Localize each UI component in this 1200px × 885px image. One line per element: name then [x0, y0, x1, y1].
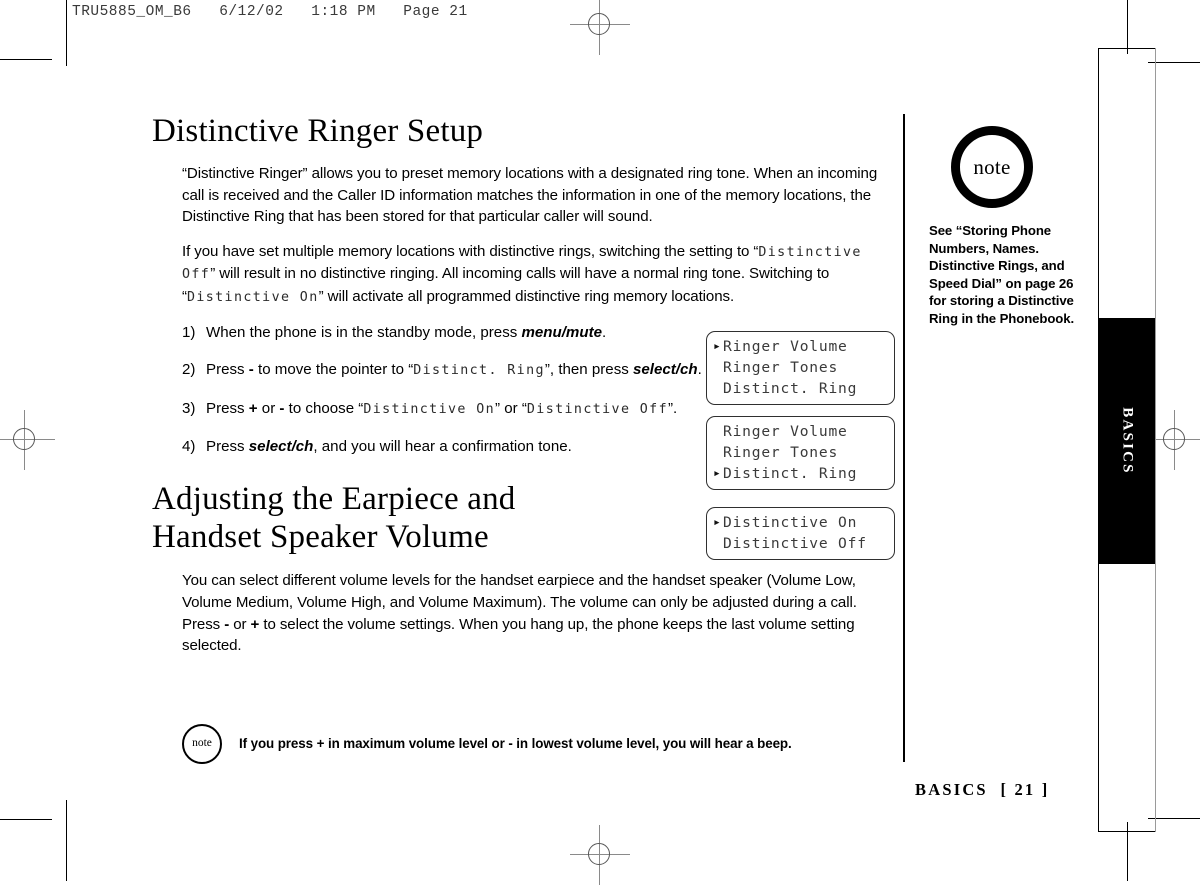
lcd-screen-illustrations: ▸ Ringer Volume Ringer Tones Distinct. Ri…: [706, 331, 896, 571]
registration-ring: [588, 13, 610, 35]
lcd-row-text: Distinctive On: [723, 514, 858, 531]
lcd-row-text: Ringer Volume: [723, 338, 848, 355]
step-text: or: [257, 399, 280, 417]
step-text: ”.: [667, 399, 678, 417]
registration-mark-top: [570, 0, 630, 55]
step-text: Press: [206, 399, 249, 417]
heading-line-2: Handset Speaker Volume: [152, 519, 489, 556]
lcd-row: Distinctive Off: [713, 533, 888, 554]
lcd-row-text: Ringer Tones: [723, 359, 839, 376]
lcd-row-text: Distinct. Ring: [723, 380, 858, 397]
lcd-term-distinct-ring: Distinct. Ring: [413, 363, 545, 378]
note-badge-label: note: [192, 737, 212, 750]
step-text: .: [697, 361, 702, 378]
bottom-note: note If you press + in maximum volume le…: [182, 724, 882, 764]
lcd-row-text: Distinct. Ring: [723, 465, 858, 482]
lcd-screen-menu-ringer-volume: ▸ Ringer Volume Ringer Tones Distinct. Ri…: [706, 331, 895, 405]
button-name-menu-mute: menu/mute: [521, 323, 602, 341]
crop-mark-top-right-vertical: [1127, 0, 1128, 54]
setup-steps-list: 1) When the phone is in the standby mode,…: [182, 322, 702, 458]
heading-line-1: Adjusting the Earpiece and: [152, 480, 516, 517]
lcd-row-text: Distinctive Off: [723, 535, 867, 552]
list-item: 3) Press + or - to choose “Distinctive On…: [182, 398, 702, 421]
paragraph-text: If you have set multiple memory location…: [182, 242, 759, 260]
lcd-row: ▸ Ringer Volume: [713, 336, 888, 357]
volume-text-block: You can select different volume levels f…: [182, 570, 882, 656]
lcd-row: ▸ Distinctive On: [713, 512, 888, 533]
registration-ring: [588, 843, 610, 865]
lcd-term-distinctive-off: Distinctive Off: [526, 401, 668, 417]
lcd-row: Distinct. Ring: [713, 378, 888, 399]
note-badge-icon: note: [951, 126, 1033, 208]
paragraph-volume-levels: You can select different volume levels f…: [182, 570, 882, 656]
note-text: If you press: [239, 736, 317, 751]
registration-ring: [13, 428, 35, 450]
step-text: ”, then press: [544, 361, 633, 378]
lcd-row-text: Ringer Volume: [723, 423, 848, 440]
step-text: to choose “: [284, 399, 364, 417]
note-text: in maximum volume level or: [324, 736, 509, 751]
crop-mark-top-left-horizontal: [0, 59, 52, 60]
paragraph-text: or: [229, 615, 251, 633]
key-symbol-plus: +: [248, 399, 258, 417]
step-number: 3): [182, 399, 196, 417]
lcd-row: Ringer Tones: [713, 357, 888, 378]
lcd-screen-menu-distinct-ring-selected: Ringer Volume Ringer Tones ▸ Distinct. Ri…: [706, 416, 895, 490]
step-number: 1): [182, 323, 196, 341]
intro-text-block: “Distinctive Ringer” allows you to prese…: [182, 163, 882, 309]
lcd-row: Ringer Volume: [713, 421, 888, 442]
registration-ring: [1163, 428, 1185, 450]
page-footer: BASICS [ 21 ]: [915, 780, 1050, 799]
registration-mark-left: [0, 410, 55, 470]
lcd-screen-distinctive-on-off: ▸ Distinctive On Distinctive Off: [706, 507, 895, 560]
step-text: .: [602, 323, 607, 341]
list-item: 4) Press select/ch, and you will hear a c…: [182, 436, 702, 458]
lcd-row: ▸ Distinct. Ring: [713, 463, 888, 484]
key-symbol-plus: +: [250, 615, 260, 633]
manual-page: TRU5885_OM_B6 6/12/02 1:18 PM Page 21 BA…: [0, 0, 1200, 885]
paragraph-text: ” will activate all programmed distincti…: [318, 287, 735, 305]
registration-mark-bottom: [570, 825, 630, 885]
side-note-text: See “Storing Phone Numbers, Names. Disti…: [929, 223, 1075, 326]
pointer-arrow-icon: ▸: [713, 466, 722, 481]
note-text: in lowest volume level, you will hear a …: [512, 736, 792, 751]
paragraph-text: to select the volume settings. When you …: [182, 615, 855, 655]
step-number: 2): [182, 361, 196, 378]
bottom-note-text: If you press + in maximum volume level o…: [239, 735, 792, 753]
step-text: When the phone is in the standby mode, p…: [206, 323, 522, 341]
step-text: Press: [206, 438, 249, 455]
paragraph-text: “Distinctive Ringer” allows you to prese…: [182, 164, 878, 226]
list-item: 2) Press - to move the pointer to “Distin…: [182, 359, 702, 382]
paragraph-multiple-memory-locations: If you have set multiple memory location…: [182, 241, 882, 309]
crop-mark-top-left-vertical: [66, 0, 67, 66]
section-tab-label: BASICS: [1119, 407, 1136, 475]
side-note-column: note See “Storing Phone Numbers, Names. …: [929, 126, 1079, 328]
button-name-select-ch: select/ch: [248, 438, 314, 455]
lcd-term-distinctive-on: Distinctive On: [186, 289, 319, 305]
pointer-arrow-icon: ▸: [713, 515, 722, 530]
button-name-select-ch: select/ch: [633, 361, 698, 378]
page-title-distinctive-ringer: Distinctive Ringer Setup: [152, 113, 484, 149]
section-tab-basics: BASICS: [1099, 318, 1155, 564]
lcd-row: Ringer Tones: [713, 442, 888, 463]
lcd-row-text: Ringer Tones: [723, 444, 839, 461]
step-text: , and you will hear a confirmation tone.: [313, 438, 572, 455]
lcd-term-distinctive-on: Distinctive On: [363, 401, 496, 417]
column-divider-rule: [903, 114, 905, 762]
note-badge-label: note: [973, 154, 1011, 179]
page-frame-trim-line: [1155, 48, 1156, 832]
note-badge-icon: note: [182, 724, 222, 764]
list-item: 1) When the phone is in the standby mode,…: [182, 322, 702, 344]
step-text: ” or “: [495, 399, 527, 417]
paragraph-distinctive-ringer-intro: “Distinctive Ringer” allows you to prese…: [182, 163, 882, 228]
step-text: Press: [206, 361, 249, 378]
pointer-arrow-icon: ▸: [713, 339, 722, 354]
crop-mark-bottom-left-horizontal: [0, 819, 52, 820]
crop-mark-bottom-left-vertical: [66, 800, 67, 881]
step-number: 4): [182, 438, 196, 455]
print-slug: TRU5885_OM_B6 6/12/02 1:18 PM Page 21: [72, 4, 468, 20]
step-text: to move the pointer to “: [253, 361, 414, 378]
